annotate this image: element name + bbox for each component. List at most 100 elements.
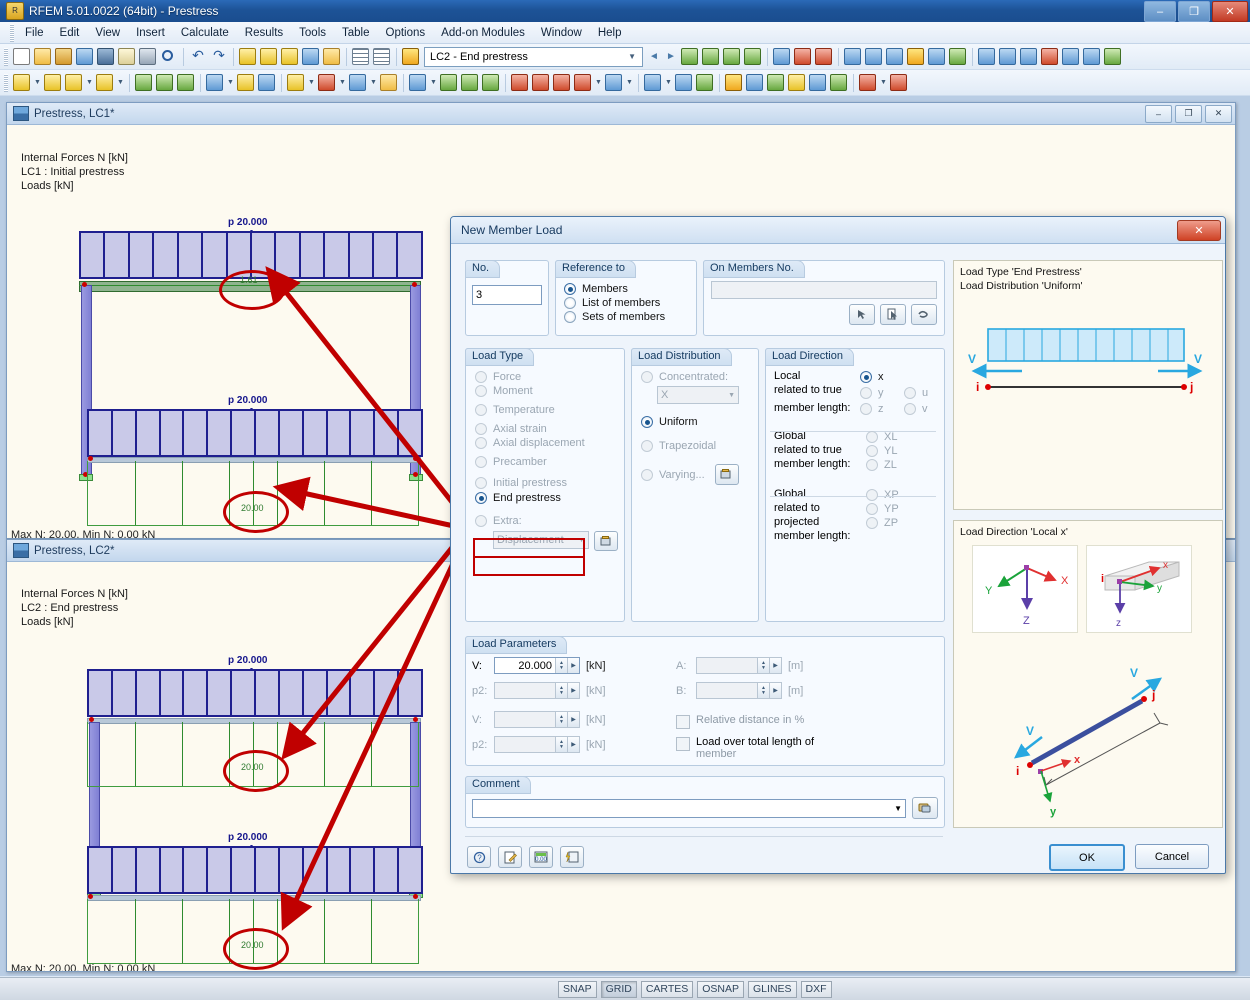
load-case-icon[interactable] bbox=[401, 47, 421, 67]
lc1-close-button[interactable]: ✕ bbox=[1205, 105, 1232, 123]
pick-member-icon[interactable] bbox=[849, 304, 875, 325]
grid-toggle-icon[interactable] bbox=[724, 73, 744, 93]
load-case-combo[interactable]: LC2 - End prestress ▼ bbox=[424, 47, 643, 67]
results-on-icon[interactable] bbox=[680, 47, 700, 67]
move-icon[interactable] bbox=[998, 47, 1018, 67]
insert-nodal-load-dropdown-icon[interactable]: ▼ bbox=[226, 79, 235, 86]
render-dropdown-icon[interactable]: ▼ bbox=[625, 79, 634, 86]
zoom-all-icon[interactable] bbox=[481, 73, 501, 93]
checkbox-load-total-length[interactable]: Load over total length of member bbox=[676, 736, 814, 760]
grid-table-icon[interactable] bbox=[372, 47, 392, 67]
lc1-minimize-button[interactable]: – bbox=[1145, 105, 1172, 123]
mirror-icon[interactable] bbox=[1019, 47, 1039, 67]
select-rect-icon[interactable] bbox=[286, 73, 306, 93]
radio-local-v[interactable]: v bbox=[904, 403, 936, 415]
save-icon[interactable] bbox=[96, 47, 116, 67]
zoom-model-icon[interactable] bbox=[259, 47, 279, 67]
insert-line-support-icon[interactable] bbox=[155, 73, 175, 93]
results-values-icon[interactable] bbox=[722, 47, 742, 67]
measure-icon[interactable] bbox=[674, 73, 694, 93]
copy-object-icon[interactable] bbox=[379, 73, 399, 93]
report-dropdown-icon[interactable]: ▼ bbox=[879, 79, 888, 86]
radio-precamber[interactable]: Precamber bbox=[475, 456, 624, 468]
spinner-up-down-icon[interactable]: ▲▼ bbox=[555, 737, 567, 752]
param-a-input[interactable]: ▲▼ ▶ bbox=[696, 657, 782, 674]
radio-end-prestress[interactable]: End prestress bbox=[475, 492, 624, 504]
select-special-dropdown-icon[interactable]: ▼ bbox=[338, 79, 347, 86]
radio-force[interactable]: Force bbox=[475, 371, 624, 383]
addon-module-icon[interactable] bbox=[906, 47, 926, 67]
menu-item-file[interactable]: File bbox=[17, 24, 52, 42]
print-preview-icon[interactable] bbox=[159, 47, 179, 67]
import-model-icon[interactable] bbox=[75, 47, 95, 67]
settings-icon[interactable] bbox=[560, 846, 584, 868]
color-fill-dropdown-icon[interactable]: ▼ bbox=[369, 79, 378, 86]
calc-selected-icon[interactable] bbox=[864, 47, 884, 67]
layers-dropdown-icon[interactable]: ▼ bbox=[664, 79, 673, 86]
close-button[interactable]: ✕ bbox=[1212, 1, 1248, 22]
units-icon[interactable]: 0.00 bbox=[529, 846, 553, 868]
radio-global-zl[interactable]: ZL bbox=[866, 459, 936, 471]
results-deform-icon[interactable] bbox=[701, 47, 721, 67]
chevron-down-icon[interactable]: ▼ bbox=[728, 392, 735, 399]
extra-settings-icon[interactable] bbox=[594, 531, 618, 551]
select-rect-dropdown-icon[interactable]: ▼ bbox=[307, 79, 316, 86]
radio-uniform[interactable]: Uniform bbox=[641, 416, 758, 428]
insert-member-load-icon[interactable] bbox=[236, 73, 256, 93]
checkbox-relative-distance[interactable]: Relative distance in % bbox=[676, 714, 804, 729]
layers-icon[interactable] bbox=[643, 73, 663, 93]
next-load-case-icon[interactable]: ► bbox=[663, 48, 679, 66]
transparency-icon[interactable] bbox=[766, 73, 786, 93]
radio-global-zp[interactable]: ZP bbox=[866, 517, 936, 529]
marker-icon[interactable] bbox=[889, 73, 909, 93]
new-view-icon[interactable] bbox=[301, 47, 321, 67]
member-hinge-icon[interactable] bbox=[948, 47, 968, 67]
status-button-grid[interactable]: GRID bbox=[601, 981, 637, 998]
help-icon[interactable]: ? bbox=[467, 846, 491, 868]
radio-extra[interactable]: Extra: bbox=[475, 515, 624, 527]
insert-nodal-load-icon[interactable] bbox=[205, 73, 225, 93]
radio-global-yl[interactable]: YL bbox=[866, 445, 936, 457]
menu-item-options[interactable]: Options bbox=[378, 24, 434, 42]
varying-settings-icon[interactable] bbox=[715, 464, 739, 485]
snap-settings-icon[interactable] bbox=[695, 73, 715, 93]
on-members-input[interactable] bbox=[711, 281, 937, 299]
chevron-down-icon[interactable]: ▼ bbox=[894, 804, 902, 813]
param-v2-input[interactable]: ▲▼ ▶ bbox=[494, 711, 580, 728]
print-icon[interactable] bbox=[138, 47, 158, 67]
param-v1-input[interactable]: 20.000 ▲▼ ▶ bbox=[494, 657, 580, 674]
new-file-icon[interactable] bbox=[12, 47, 32, 67]
menu-item-calculate[interactable]: Calculate bbox=[173, 24, 237, 42]
radio-list-of-members[interactable]: List of members bbox=[564, 297, 696, 309]
insert-solid-icon[interactable] bbox=[176, 73, 196, 93]
radio-initial-prestress[interactable]: Initial prestress bbox=[475, 477, 624, 489]
ok-button[interactable]: OK bbox=[1049, 844, 1125, 871]
section-icon[interactable] bbox=[787, 73, 807, 93]
edit-icon[interactable] bbox=[498, 846, 522, 868]
param-p2b-input[interactable]: ▲▼ ▶ bbox=[494, 736, 580, 753]
menu-item-insert[interactable]: Insert bbox=[128, 24, 173, 42]
spinner-expand-icon[interactable]: ▶ bbox=[769, 683, 781, 698]
menu-item-help[interactable]: Help bbox=[590, 24, 630, 42]
view-xy-icon[interactable] bbox=[531, 73, 551, 93]
view-xz-icon[interactable] bbox=[552, 73, 572, 93]
info-icon[interactable] bbox=[1061, 47, 1081, 67]
spinner-up-down-icon[interactable]: ▲▼ bbox=[555, 658, 567, 673]
select-special-icon[interactable] bbox=[317, 73, 337, 93]
clipboard-icon[interactable] bbox=[117, 47, 137, 67]
zoom-window-icon[interactable] bbox=[439, 73, 459, 93]
previous-load-case-icon[interactable]: ◄ bbox=[646, 48, 662, 66]
status-button-glines[interactable]: GLINES bbox=[748, 981, 797, 998]
insert-surface-load-icon[interactable] bbox=[257, 73, 277, 93]
radio-members[interactable]: Members bbox=[564, 283, 696, 295]
select-all-icon[interactable] bbox=[911, 304, 937, 325]
radio-local-x[interactable]: x bbox=[860, 371, 892, 383]
status-button-dxf[interactable]: DXF bbox=[801, 981, 832, 998]
menu-item-view[interactable]: View bbox=[87, 24, 128, 42]
radio-global-yp[interactable]: YP bbox=[866, 503, 936, 515]
chevron-down-icon[interactable]: ▼ bbox=[624, 52, 640, 61]
spinner-expand-icon[interactable]: ▶ bbox=[567, 737, 579, 752]
spinner-up-down-icon[interactable]: ▲▼ bbox=[757, 683, 769, 698]
open-view-icon[interactable] bbox=[322, 47, 342, 67]
cancel-button[interactable]: Cancel bbox=[1135, 844, 1209, 869]
